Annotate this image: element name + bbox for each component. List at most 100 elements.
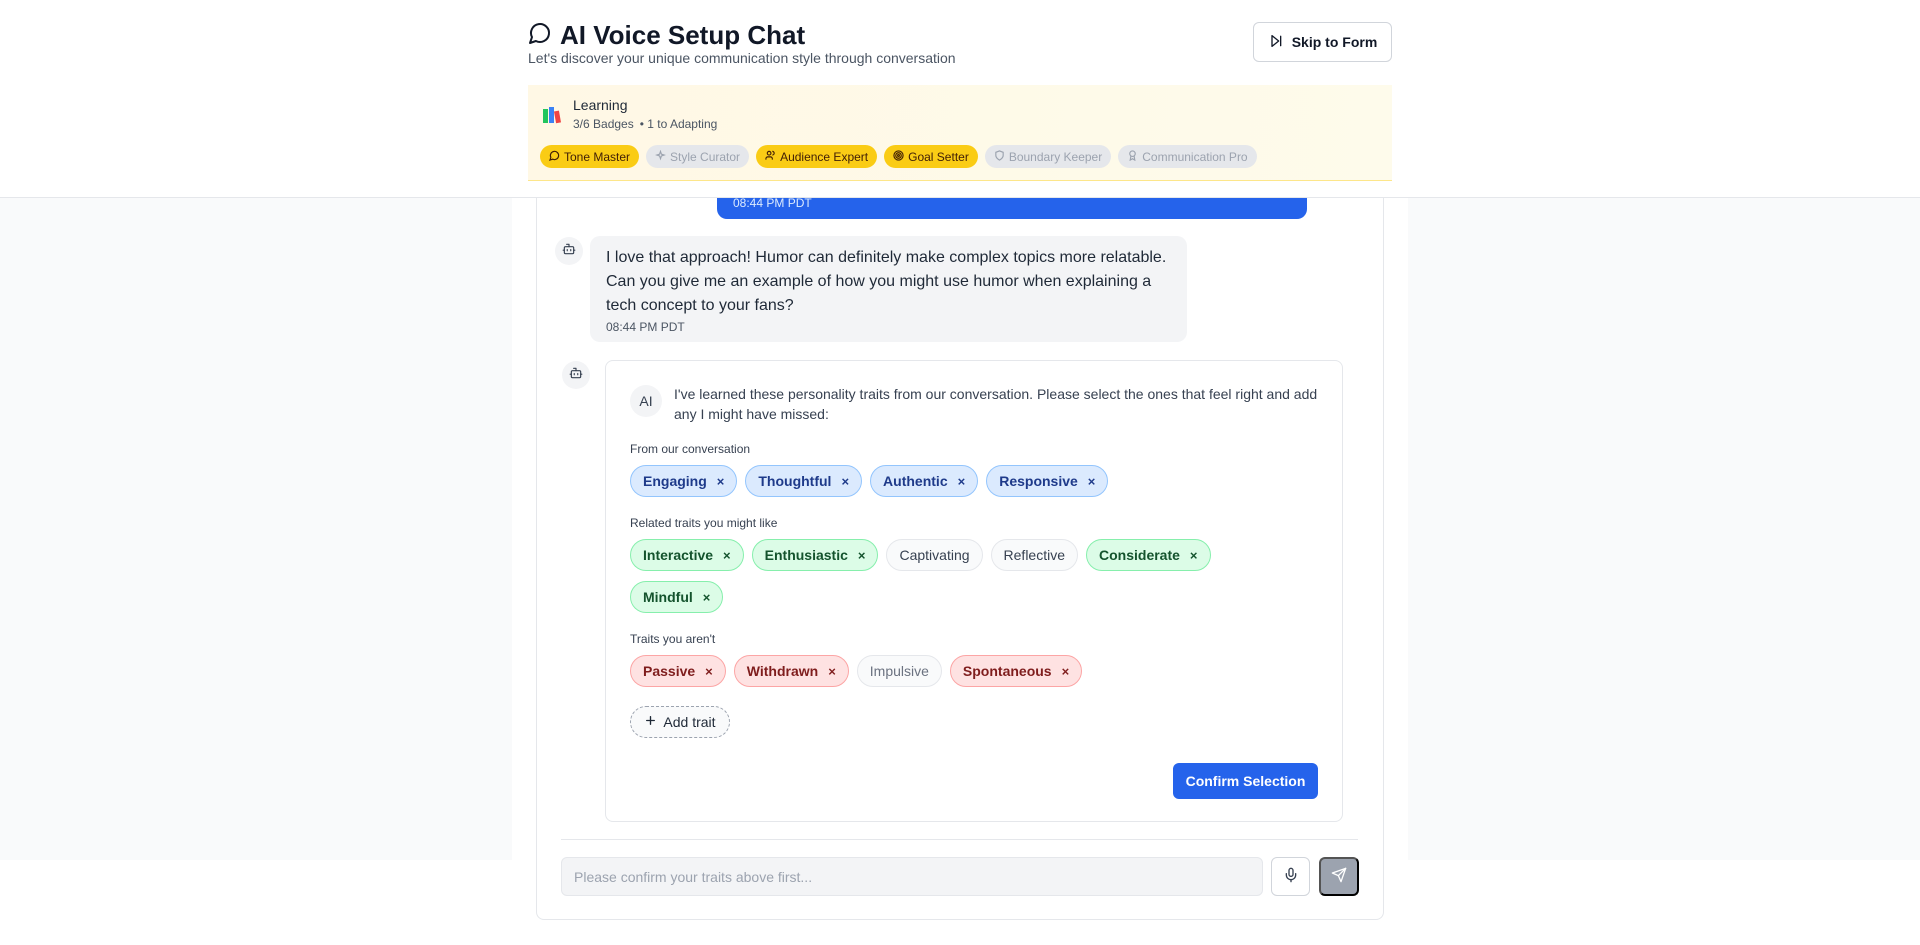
ai-message-time: 08:44 PM PDT xyxy=(606,320,685,334)
trait-label: Authentic xyxy=(883,473,948,489)
remove-icon[interactable]: × xyxy=(841,474,849,489)
ai-message-bubble: I love that approach! Humor can definite… xyxy=(590,236,1187,342)
bot-avatar xyxy=(562,361,590,389)
badge-goal-setter: Goal Setter xyxy=(884,145,978,168)
trait-label: Captivating xyxy=(899,547,970,563)
remove-icon[interactable]: × xyxy=(723,548,731,563)
title-row: AI Voice Setup Chat xyxy=(528,20,805,51)
remove-icon[interactable]: × xyxy=(1088,474,1096,489)
ai-chip: AI xyxy=(630,385,662,417)
badge-label: Audience Expert xyxy=(780,149,869,164)
trait-chip-impulsive[interactable]: Impulsive xyxy=(856,655,942,687)
trait-label: Mindful xyxy=(643,589,693,605)
trait-selection-card: AI I've learned these personality traits… xyxy=(605,360,1343,822)
trait-chip-reflective[interactable]: Reflective xyxy=(990,539,1078,571)
award-icon xyxy=(1127,149,1138,164)
trait-label: Engaging xyxy=(643,473,707,489)
page-subtitle: Let's discover your unique communication… xyxy=(528,50,956,66)
trait-chip-mindful[interactable]: Mindful × xyxy=(630,581,724,613)
trait-chip-considerate[interactable]: Considerate × xyxy=(1086,539,1211,571)
trait-label: Passive xyxy=(643,663,696,679)
remove-icon[interactable]: × xyxy=(1062,664,1070,679)
trait-chip-authentic[interactable]: Authentic × xyxy=(870,465,979,497)
chat-icon xyxy=(549,150,560,164)
conversation-traits-row: Engaging × Thoughtful × Authentic × Respons… xyxy=(630,465,1109,497)
remove-icon[interactable]: × xyxy=(858,548,866,563)
badge-boundary-keeper: Boundary Keeper xyxy=(984,145,1112,168)
user-message-time: 08:44 PM PDT xyxy=(733,196,812,210)
trait-chip-interactive[interactable]: Interactive × xyxy=(630,539,744,571)
related-traits-row-2: Mindful × xyxy=(630,581,724,613)
badge-list: Tone Master Style Curator Audience Exper… xyxy=(540,145,1257,168)
trait-label: Spontaneous xyxy=(962,663,1052,679)
trait-chip-passive[interactable]: Passive × xyxy=(630,655,726,687)
composer-divider xyxy=(561,839,1358,840)
add-trait-label: Add trait xyxy=(663,714,716,730)
ai-message-text: I love that approach! Humor can definite… xyxy=(606,249,1167,314)
skip-to-form-label: Skip to Form xyxy=(1291,34,1378,50)
trait-chip-withdrawn[interactable]: Withdrawn × xyxy=(733,655,849,687)
users-icon xyxy=(765,150,776,164)
trait-chip-thoughtful[interactable]: Thoughtful × xyxy=(745,465,863,497)
level-info: 3/6 Badges • 1 to Adapting xyxy=(573,117,717,131)
page-header: AI Voice Setup Chat Let's discover your … xyxy=(0,0,1920,198)
trait-label: Interactive xyxy=(643,547,714,563)
chat-bubble-icon xyxy=(528,21,552,50)
skip-to-form-button[interactable]: Skip to Form xyxy=(1253,22,1392,62)
message-input[interactable] xyxy=(561,857,1263,896)
bot-icon xyxy=(562,242,576,261)
remove-icon[interactable]: × xyxy=(705,664,713,679)
badge-tone-master: Tone Master xyxy=(540,145,640,168)
plus-icon xyxy=(644,714,657,730)
trait-chip-responsive[interactable]: Responsive × xyxy=(986,465,1109,497)
microphone-icon xyxy=(1283,867,1299,886)
mic-button[interactable] xyxy=(1271,857,1310,896)
send-icon xyxy=(1331,867,1347,886)
page-title: AI Voice Setup Chat xyxy=(560,20,806,50)
trait-label: Responsive xyxy=(999,473,1078,489)
remove-icon[interactable]: × xyxy=(828,664,836,679)
sparkles-icon xyxy=(655,149,667,164)
shield-icon xyxy=(994,149,1005,164)
badge-communication-pro: Communication Pro xyxy=(1118,145,1257,168)
trait-chip-engaging[interactable]: Engaging × xyxy=(630,465,738,497)
remove-icon[interactable]: × xyxy=(703,590,711,605)
remove-icon[interactable]: × xyxy=(1190,548,1198,563)
trait-label: Reflective xyxy=(1003,547,1065,563)
badges-count: 3/6 Badges xyxy=(573,117,634,131)
trait-label: Withdrawn xyxy=(746,663,819,679)
trait-label: Impulsive xyxy=(869,663,929,679)
add-trait-button[interactable]: Add trait xyxy=(630,706,730,738)
send-button[interactable] xyxy=(1319,857,1359,896)
target-icon xyxy=(893,149,904,164)
related-traits-row-1: Interactive × Enthusiastic × Captivating R… xyxy=(630,539,1211,571)
section-label-conversation: From our conversation xyxy=(630,442,751,456)
badge-audience-expert: Audience Expert xyxy=(756,145,878,168)
badge-label: Tone Master xyxy=(564,149,631,164)
trait-chip-enthusiastic[interactable]: Enthusiastic × xyxy=(751,539,879,571)
section-label-related: Related traits you might like xyxy=(630,516,778,530)
user-message-bubble: 08:44 PM PDT xyxy=(717,196,1307,219)
badge-style-curator: Style Curator xyxy=(646,145,750,168)
remove-icon[interactable]: × xyxy=(958,474,966,489)
trait-intro-text: I've learned these personality traits fr… xyxy=(674,386,1318,422)
not-traits-row: Passive × Withdrawn × Impulsive Spontaneou… xyxy=(630,655,1083,687)
confirm-selection-button[interactable]: Confirm Selection xyxy=(1173,763,1318,799)
section-label-not-traits: Traits you aren't xyxy=(630,632,716,646)
remove-icon[interactable]: × xyxy=(717,474,725,489)
next-level: • 1 to Adapting xyxy=(639,117,718,131)
trait-label: Considerate xyxy=(1099,547,1180,563)
level-name: Learning xyxy=(573,97,628,113)
trait-chip-spontaneous[interactable]: Spontaneous × xyxy=(949,655,1083,687)
trait-label: Thoughtful xyxy=(758,473,832,489)
badge-label: Boundary Keeper xyxy=(1008,149,1103,164)
books-icon xyxy=(542,105,562,125)
trait-label: Enthusiastic xyxy=(764,547,848,563)
progress-panel: Learning 3/6 Badges • 1 to Adapting Tone… xyxy=(528,85,1392,181)
bot-avatar xyxy=(555,237,583,265)
bot-icon xyxy=(569,366,583,385)
trait-chip-captivating[interactable]: Captivating xyxy=(886,539,983,571)
badge-label: Style Curator xyxy=(670,149,741,164)
badge-label: Goal Setter xyxy=(908,149,969,164)
badge-label: Communication Pro xyxy=(1142,149,1248,164)
